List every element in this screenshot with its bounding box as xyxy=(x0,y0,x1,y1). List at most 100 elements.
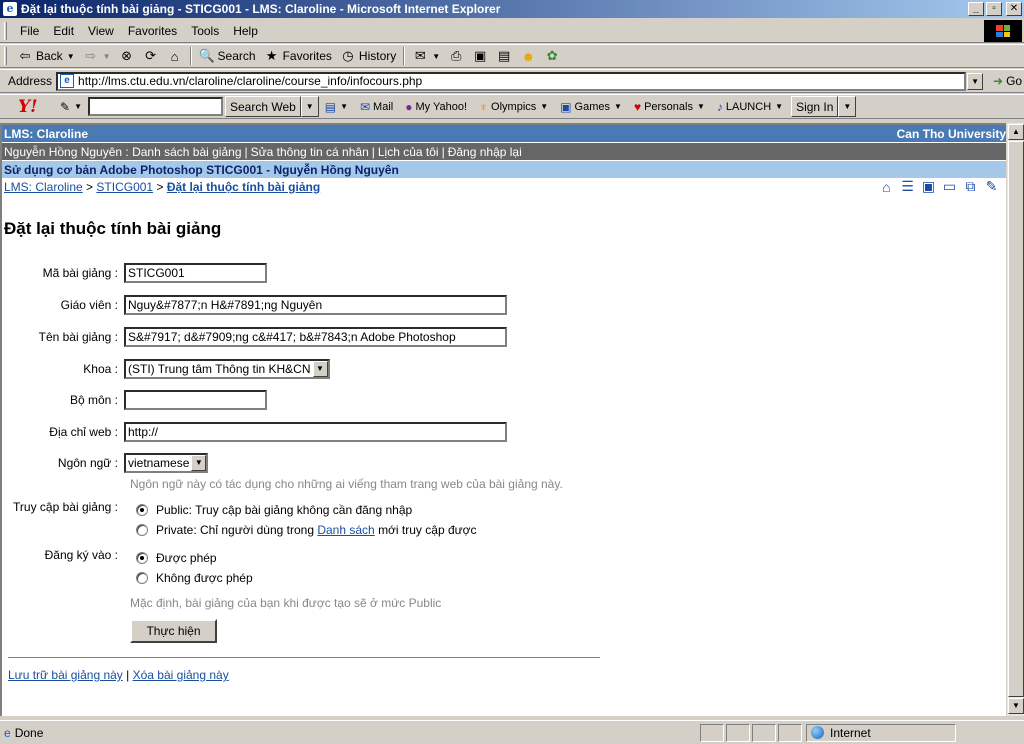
list-icon[interactable]: ☰ xyxy=(899,178,916,195)
menu-help[interactable]: Help xyxy=(226,24,265,38)
discuss-button[interactable]: ▤ xyxy=(492,46,516,66)
course-title-link[interactable]: Sử dụng cơ bản Adobe Photoshop STICG001 … xyxy=(4,163,399,177)
chevron-down-icon[interactable]: ▼ xyxy=(775,102,783,111)
chevron-down-icon[interactable]: ▼ xyxy=(432,52,440,61)
page-icon: e xyxy=(60,74,75,88)
toolbar-grip[interactable] xyxy=(4,47,7,65)
vertical-scrollbar[interactable]: ▲ ▼ xyxy=(1006,123,1024,716)
edit-button[interactable]: ▣ xyxy=(468,46,492,66)
member-list-link[interactable]: Danh sách xyxy=(317,523,374,537)
print-button[interactable]: ⎙ xyxy=(444,46,468,66)
access-public-radio[interactable] xyxy=(136,504,148,516)
history-button[interactable]: ◷ History xyxy=(336,46,400,66)
chevron-down-icon[interactable]: ▼ xyxy=(312,361,328,377)
course-code-input[interactable]: STICG001 xyxy=(124,263,267,283)
access-public-label: Public: Truy cập bài giảng không cần đăn… xyxy=(156,503,413,517)
maximize-button[interactable]: ▫ xyxy=(986,2,1002,16)
enroll-allowed-option[interactable]: Được phép xyxy=(136,551,217,565)
stop-button[interactable]: ⊗ xyxy=(115,46,139,66)
mail-button[interactable]: ✉ ▼ xyxy=(408,46,444,66)
games-button[interactable]: ▣ Games ▼ xyxy=(554,100,628,114)
breadcrumb-course[interactable]: STICG001 xyxy=(96,180,153,194)
nav-course-list[interactable]: Nguyễn Hồng Nguyên : Danh sách bài giảng xyxy=(4,145,242,159)
enroll-denied-radio[interactable] xyxy=(136,572,148,584)
personals-button[interactable]: ♥ Personals ▼ xyxy=(628,100,711,114)
delete-course-link[interactable]: Xóa bài giảng này xyxy=(133,668,229,682)
search-web-button[interactable]: Search Web xyxy=(224,96,301,117)
course-name-input[interactable]: S&#7917; d&#7909;ng c&#417; b&#7843;n Ad… xyxy=(124,327,507,347)
back-button[interactable]: ⇦ Back ▼ xyxy=(13,46,79,66)
ie-icon[interactable]: e xyxy=(3,2,17,16)
minimize-button[interactable]: _ xyxy=(968,2,984,16)
chevron-down-icon[interactable]: ▼ xyxy=(697,102,705,111)
access-private-label: Private: Chỉ người dùng trong Danh sách … xyxy=(156,523,477,537)
dept-input[interactable] xyxy=(124,390,267,410)
chevron-down-icon[interactable]: ▼ xyxy=(103,52,111,61)
edit-icon[interactable]: ✎ xyxy=(983,178,1000,195)
chevron-down-icon[interactable]: ▼ xyxy=(191,455,207,471)
favorites-button[interactable]: ★ Favorites xyxy=(260,46,336,66)
address-dropdown-button[interactable]: ▼ xyxy=(967,72,984,90)
window-title: Đặt lại thuộc tính bài giảng - STICG001 … xyxy=(21,2,501,16)
menu-tools[interactable]: Tools xyxy=(184,24,226,38)
submit-button[interactable]: Thực hiện xyxy=(130,619,217,643)
launch-label: LAUNCH xyxy=(725,100,772,113)
web-address-input[interactable]: http:// xyxy=(124,422,507,442)
menu-file[interactable]: File xyxy=(13,24,46,38)
yahoo-logo-icon[interactable]: Y! xyxy=(0,97,58,117)
faculty-select[interactable]: (STI) Trung tâm Thông tin KH&CN ▼ xyxy=(124,359,330,379)
sign-in-button[interactable]: Sign In xyxy=(791,96,839,117)
refresh-button[interactable]: ⟳ xyxy=(139,46,163,66)
yahoo-mail-button[interactable]: ✉ Mail xyxy=(354,100,399,114)
windows-icon[interactable]: ⧉ xyxy=(962,178,979,195)
nav-login-again[interactable]: Đăng nhập lại xyxy=(448,145,522,159)
enroll-denied-option[interactable]: Không được phép xyxy=(136,571,253,585)
scroll-up-button[interactable]: ▲ xyxy=(1008,124,1024,140)
messenger-button[interactable]: ☻ xyxy=(516,46,540,66)
home-button[interactable]: ⌂ xyxy=(163,46,187,66)
toolbar-options-button[interactable]: ▤ ▼ xyxy=(319,100,354,114)
access-private-radio[interactable] xyxy=(136,524,148,536)
enroll-allowed-radio[interactable] xyxy=(136,552,148,564)
launch-button[interactable]: ♪ LAUNCH ▼ xyxy=(711,100,789,114)
forward-button[interactable]: ⇨ ▼ xyxy=(79,46,115,66)
menu-favorites[interactable]: Favorites xyxy=(121,24,184,38)
archive-course-link[interactable]: Lưu trữ bài giảng này xyxy=(8,668,123,682)
breadcrumb-home[interactable]: LMS: Claroline xyxy=(4,180,83,194)
scroll-down-button[interactable]: ▼ xyxy=(1008,698,1024,714)
teacher-input[interactable]: Nguy&#7877;n H&#7891;ng Nguyên xyxy=(124,295,507,315)
chevron-down-icon[interactable]: ▼ xyxy=(540,102,548,111)
yahoo-search-input[interactable] xyxy=(87,97,223,116)
chevron-down-icon[interactable]: ▼ xyxy=(614,102,622,111)
nav-edit-profile[interactable]: Sửa thông tin cá nhân xyxy=(251,145,369,159)
access-private-option[interactable]: Private: Chỉ người dùng trong Danh sách … xyxy=(136,523,477,537)
university-link[interactable]: Can Tho University xyxy=(897,127,1006,141)
search-button[interactable]: 🔍 Search xyxy=(195,46,260,66)
sign-in-dropdown[interactable]: ▼ xyxy=(838,96,857,117)
enroll-label: Đăng ký vào : xyxy=(44,548,118,562)
home-icon[interactable]: ⌂ xyxy=(878,178,895,195)
site-name-link[interactable]: LMS: Claroline xyxy=(4,127,88,141)
my-yahoo-button[interactable]: ● My Yahoo! xyxy=(399,100,473,114)
chevron-down-icon[interactable]: ▼ xyxy=(74,102,82,111)
olympics-button[interactable]: ♆ Olympics ▼ xyxy=(473,100,554,114)
menu-view[interactable]: View xyxy=(81,24,121,38)
language-select[interactable]: vietnamese ▼ xyxy=(124,453,209,473)
chevron-down-icon[interactable]: ▼ xyxy=(67,52,75,61)
go-button[interactable]: ➜ Go xyxy=(983,74,1022,88)
address-input[interactable]: e http://lms.ctu.edu.vn/claroline/clarol… xyxy=(56,71,967,91)
highlight-button[interactable]: ✎ ▼ xyxy=(58,100,84,114)
close-button[interactable]: ✕ xyxy=(1006,2,1022,16)
toolbar-grip[interactable] xyxy=(4,21,7,40)
breadcrumb-current[interactable]: Đặt lại thuộc tính bài giảng xyxy=(167,180,320,194)
lite-button[interactable]: ✿ xyxy=(540,46,564,66)
nav-my-calendar[interactable]: Lịch của tôi xyxy=(378,145,439,159)
page-title: Đặt lại thuộc tính bài giảng xyxy=(4,219,222,238)
quiz-icon[interactable]: ▣ xyxy=(920,178,937,195)
scroll-thumb[interactable] xyxy=(1008,141,1024,697)
chevron-down-icon[interactable]: ▼ xyxy=(340,102,348,111)
menu-edit[interactable]: Edit xyxy=(46,24,81,38)
access-public-option[interactable]: Public: Truy cập bài giảng không cần đăn… xyxy=(136,503,412,517)
folder-icon[interactable]: ▭ xyxy=(941,178,958,195)
search-web-dropdown[interactable]: ▼ xyxy=(300,96,319,117)
